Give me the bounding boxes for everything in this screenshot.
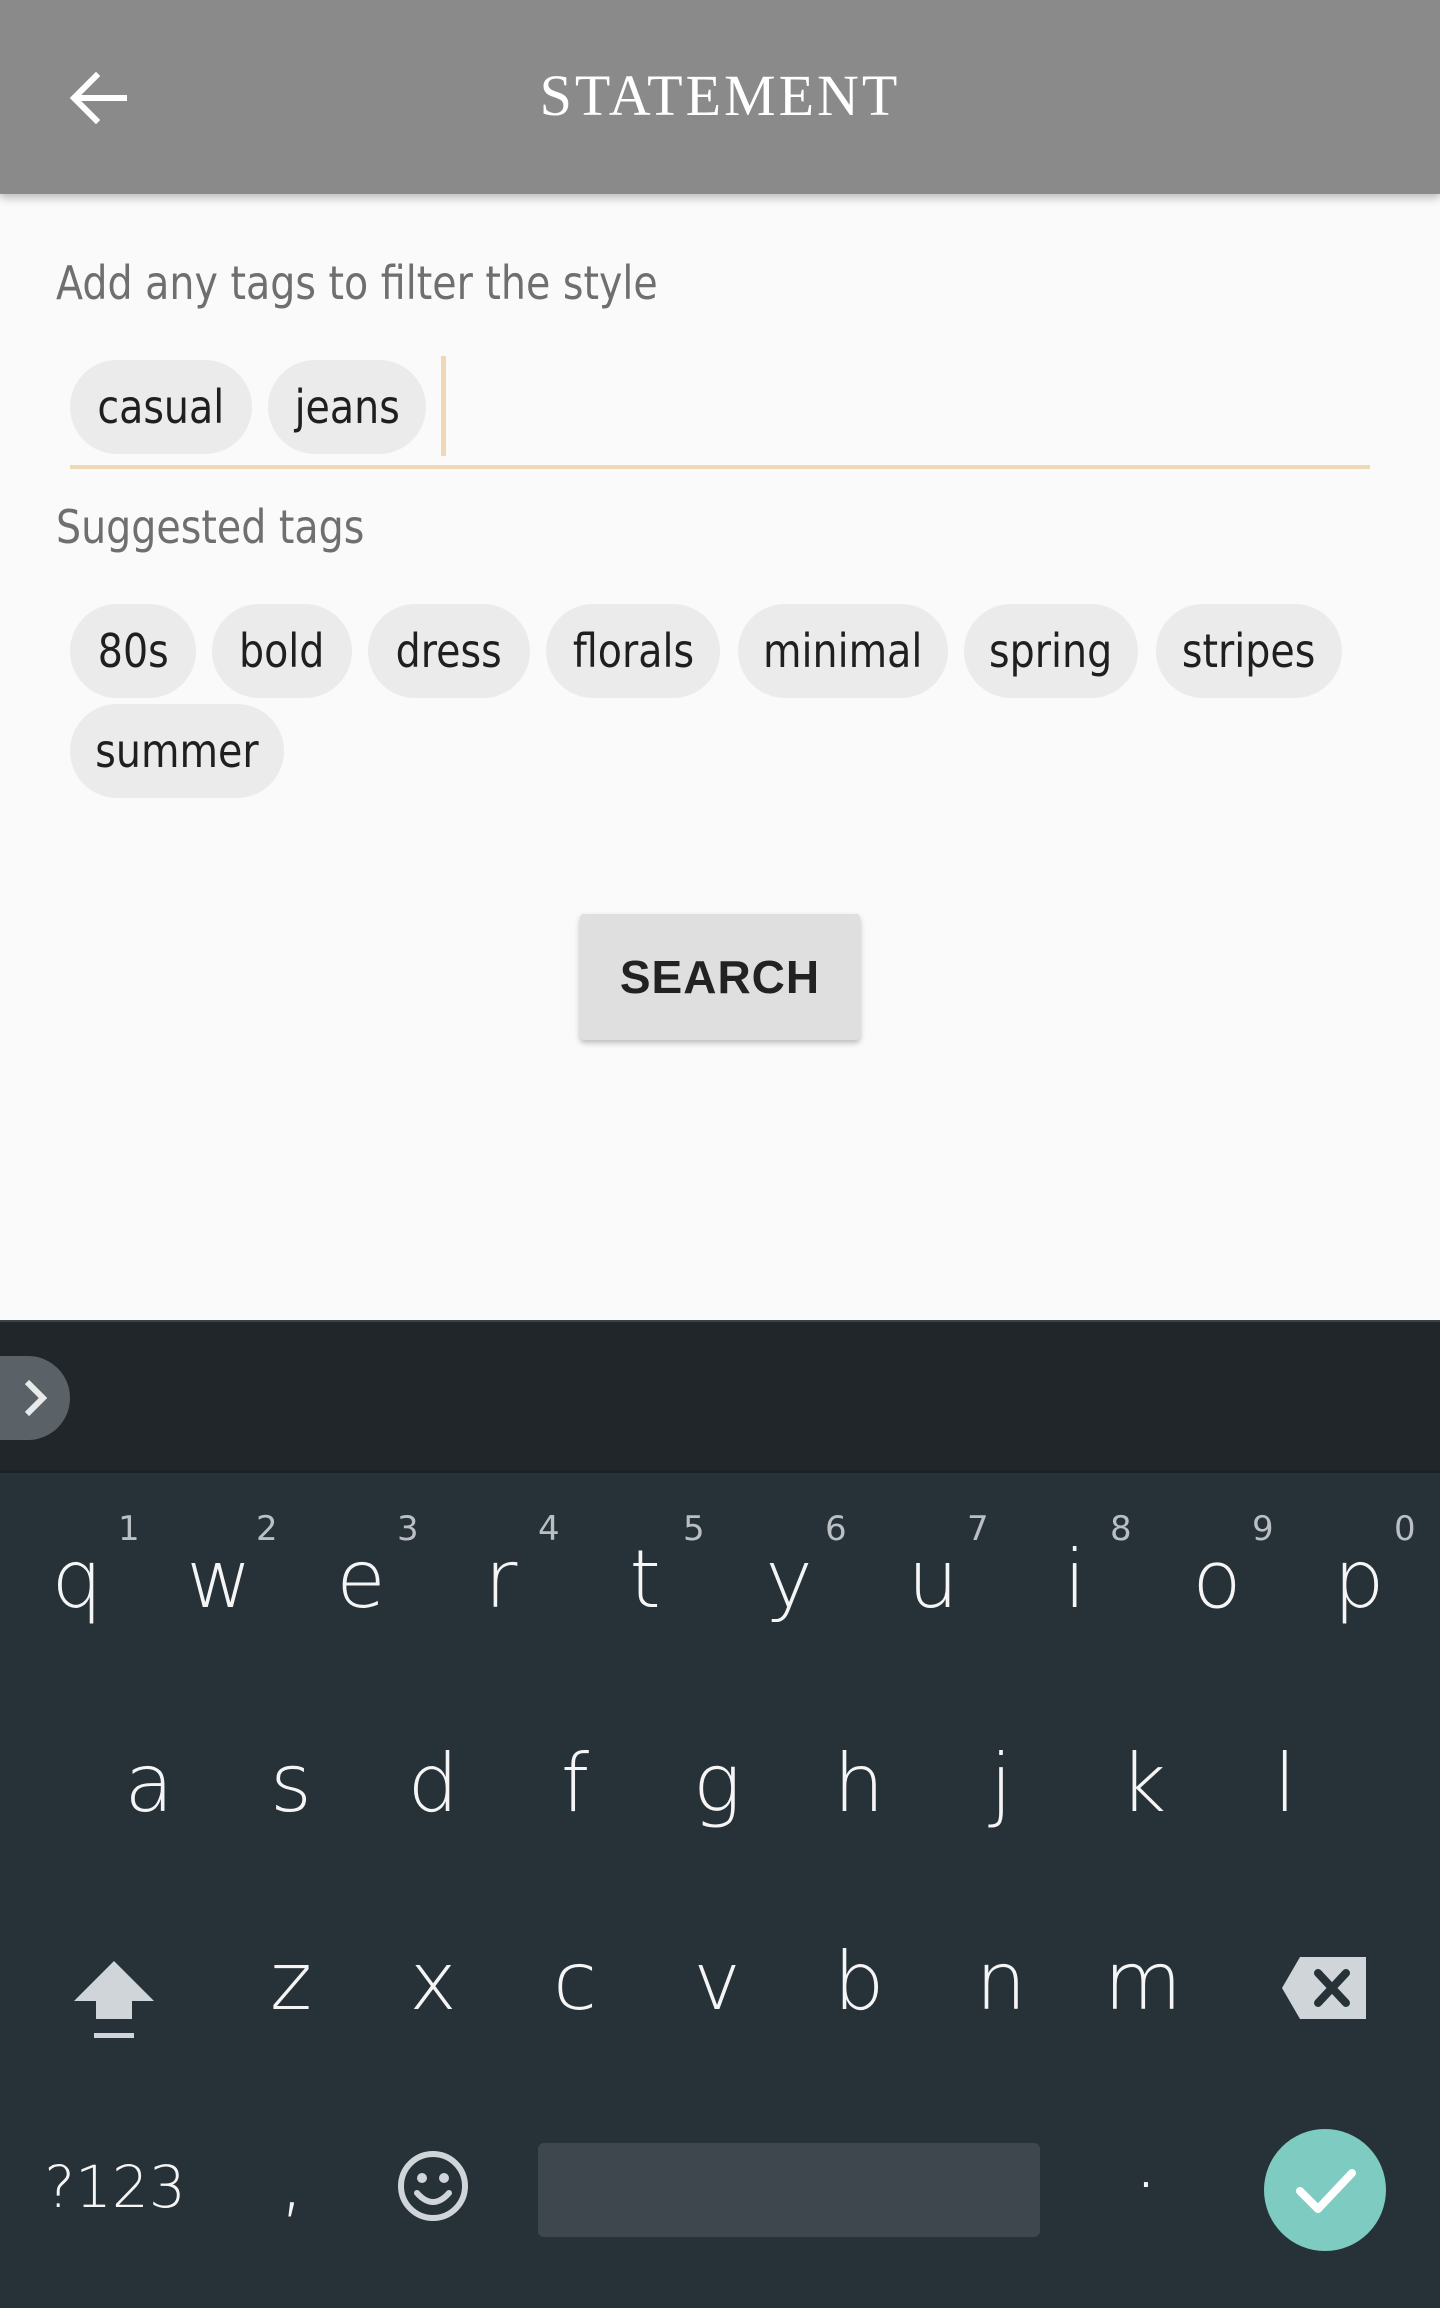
tag-filter-panel: Add any tags to filter the style casual … [0,194,1440,1320]
keyboard-expand-button[interactable] [0,1356,70,1440]
app-screen: STATEMENT Add any tags to filter the sty… [0,0,1440,2308]
symbols-key[interactable]: ?123 [40,2153,190,2221]
text-cursor [441,356,446,456]
comma-key[interactable]: , [222,2133,362,2226]
key-hint: 2 [256,1509,278,1549]
key-g[interactable]: g [646,1737,788,1830]
emoji-key[interactable] [396,2149,470,2223]
suggested-tag-chip[interactable]: bold [212,604,352,698]
key-hint: 5 [683,1509,705,1549]
app-bar: STATEMENT [0,0,1440,194]
key-hint: 8 [1110,1509,1132,1549]
emoji-icon [398,2151,468,2221]
suggested-tag-chip[interactable]: 80s [70,604,196,698]
key-v[interactable]: v [646,1935,788,2028]
soft-keyboard: q 1 w 2 e 3 r 4 t 5 y 6 u 7 i 8 o 9 p 0 … [0,1470,1440,2308]
key-hint: 7 [967,1509,989,1549]
check-icon [1296,2169,1356,2213]
key-n[interactable]: n [930,1935,1072,2028]
key-k[interactable]: k [1072,1737,1214,1830]
key-m[interactable]: m [1072,1935,1214,2028]
key-hint: 0 [1394,1509,1416,1549]
suggested-tag-chip[interactable]: florals [546,604,720,698]
key-s[interactable]: s [220,1737,362,1830]
search-button[interactable]: SEARCH [580,914,860,1040]
suggested-tags-label: Suggested tags [56,500,365,554]
key-l[interactable]: l [1214,1737,1356,1830]
key-d[interactable]: d [362,1737,504,1830]
key-hint: 6 [825,1509,847,1549]
backspace-icon [1282,1957,1366,2019]
key-j[interactable]: j [930,1737,1072,1830]
key-a[interactable]: a [78,1737,220,1830]
suggested-tag-chip[interactable]: spring [964,604,1138,698]
space-bar[interactable] [538,2143,1040,2237]
key-hint: 9 [1252,1509,1274,1549]
key-z[interactable]: z [220,1935,362,2028]
backspace-key[interactable] [1280,1953,1370,2023]
key-h[interactable]: h [788,1737,930,1830]
key-hint: 4 [538,1509,560,1549]
key-x[interactable]: x [362,1935,504,2028]
keyboard-suggestion-strip [0,1320,1440,1472]
key-c[interactable]: c [504,1935,646,2028]
page-title: STATEMENT [539,63,901,128]
key-b[interactable]: b [788,1935,930,2028]
suggested-tag-chip[interactable]: dress [368,604,530,698]
key-f[interactable]: f [504,1737,646,1830]
done-button[interactable] [1264,2129,1386,2251]
shift-key[interactable] [62,1943,166,2047]
selected-tag-chip[interactable]: jeans [268,360,426,454]
shift-icon [74,1961,154,2038]
selected-tag-chip[interactable]: casual [70,360,252,454]
suggested-tag-chip[interactable]: stripes [1156,604,1342,698]
chevron-right-icon [24,1379,48,1417]
period-key[interactable]: . [1076,2113,1216,2206]
input-underline [70,465,1370,469]
suggested-tag-chip[interactable]: summer [70,704,284,798]
key-hint: 3 [397,1509,419,1549]
tags-label: Add any tags to filter the style [56,256,658,310]
suggested-tag-chip[interactable]: minimal [738,604,948,698]
key-hint: 1 [118,1509,140,1549]
